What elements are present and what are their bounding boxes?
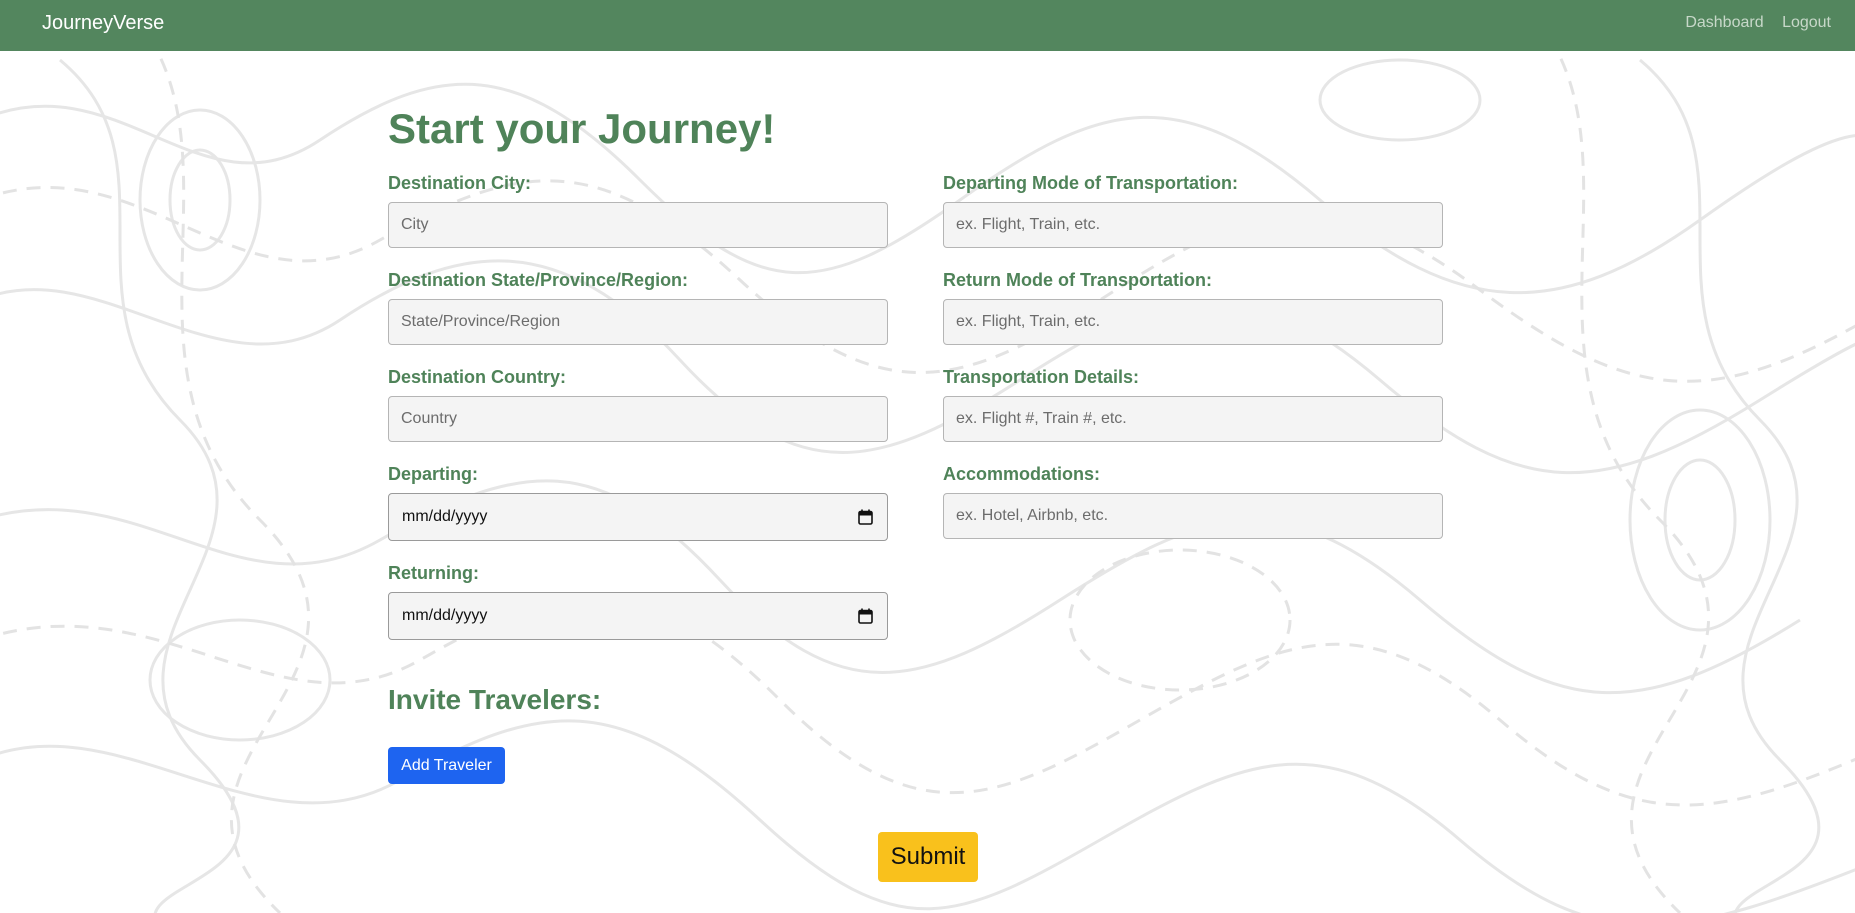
return-transport-input[interactable] bbox=[943, 299, 1443, 345]
returning-date-label: Returning: bbox=[388, 563, 479, 583]
returning-date-input[interactable]: mm/dd/yyyy bbox=[388, 592, 888, 640]
calendar-icon[interactable] bbox=[858, 608, 873, 624]
accommodations-label: Accommodations: bbox=[943, 464, 1101, 484]
departing-transport-field: Departing Mode of Transportation: bbox=[943, 172, 1443, 248]
page-title: Start your Journey! bbox=[388, 105, 776, 152]
nav-links: Dashboard Logout bbox=[1671, 14, 1831, 32]
destination-city-label: Destination City: bbox=[388, 173, 532, 193]
returning-date-value: mm/dd/yyyy bbox=[402, 607, 488, 624]
destination-country-label: Destination Country: bbox=[388, 367, 566, 387]
brand-logo-link[interactable]: JourneyVerse bbox=[42, 12, 164, 35]
departing-transport-label: Departing Mode of Transportation: bbox=[943, 173, 1238, 193]
destination-region-input[interactable] bbox=[388, 299, 888, 345]
departing-date-value: mm/dd/yyyy bbox=[402, 508, 488, 525]
accommodations-input[interactable] bbox=[943, 493, 1443, 539]
return-transport-label: Return Mode of Transportation: bbox=[943, 270, 1212, 290]
transport-details-label: Transportation Details: bbox=[943, 367, 1140, 387]
returning-date-field: Returning: mm/dd/yyyy bbox=[388, 562, 888, 640]
departing-date-field: Departing: mm/dd/yyyy bbox=[388, 463, 888, 541]
top-navbar: JourneyVerse Dashboard Logout bbox=[0, 0, 1855, 51]
departing-transport-input[interactable] bbox=[943, 202, 1443, 248]
transport-details-field: Transportation Details: bbox=[943, 366, 1443, 442]
return-transport-field: Return Mode of Transportation: bbox=[943, 269, 1443, 345]
submit-button[interactable]: Submit bbox=[878, 832, 978, 882]
destination-city-input[interactable] bbox=[388, 202, 888, 248]
departing-date-label: Departing: bbox=[388, 464, 478, 484]
accommodations-field: Accommodations: bbox=[943, 463, 1443, 539]
destination-region-field: Destination State/Province/Region: bbox=[388, 269, 888, 345]
calendar-icon[interactable] bbox=[858, 509, 873, 525]
destination-region-label: Destination State/Province/Region: bbox=[388, 270, 689, 290]
invite-travelers-heading: Invite Travelers: bbox=[388, 684, 602, 715]
destination-city-field: Destination City: bbox=[388, 172, 888, 248]
destination-country-input[interactable] bbox=[388, 396, 888, 442]
journey-form-page: Start your Journey! Destination City: De… bbox=[0, 51, 1855, 913]
transport-details-input[interactable] bbox=[943, 396, 1443, 442]
departing-date-input[interactable]: mm/dd/yyyy bbox=[388, 493, 888, 541]
nav-link-logout[interactable]: Logout bbox=[1782, 14, 1831, 31]
destination-country-field: Destination Country: bbox=[388, 366, 888, 442]
nav-link-dashboard[interactable]: Dashboard bbox=[1685, 14, 1763, 31]
add-traveler-button[interactable]: Add Traveler bbox=[388, 747, 505, 784]
